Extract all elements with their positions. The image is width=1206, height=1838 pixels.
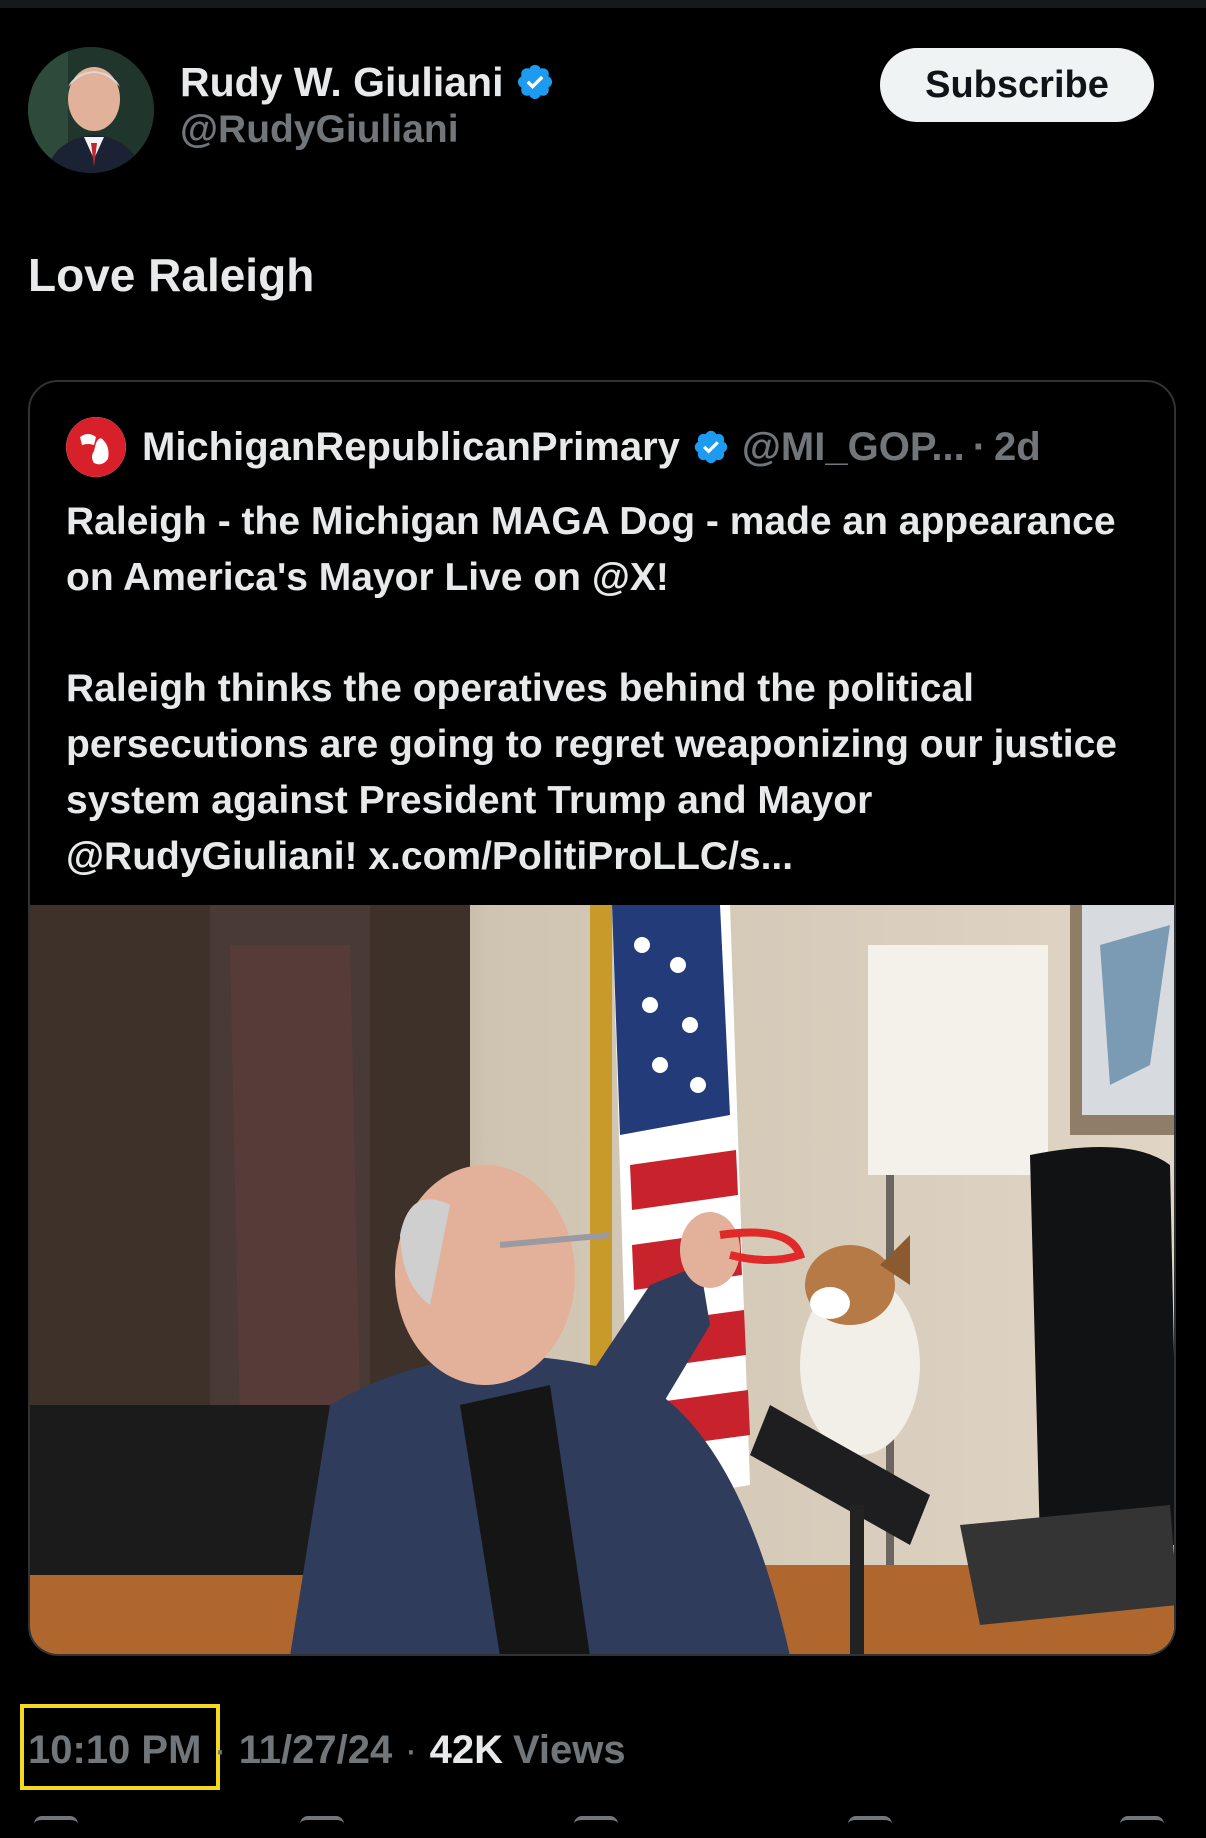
author-handle[interactable]: @RudyGiuliani	[180, 108, 555, 152]
quoted-media-photo[interactable]	[30, 905, 1174, 1654]
post-meta: 10:10 PM · 11/27/24 · 42K Views	[28, 1728, 626, 1773]
quoted-paragraph-2: Raleigh thinks the operatives behind the…	[66, 667, 1118, 878]
views-count: 42K	[429, 1728, 503, 1772]
author-block: Rudy W. Giuliani @RudyGiuliani	[180, 56, 555, 152]
quoted-post[interactable]: MichiganRepublicanPrimary @MI_GOP... · 2…	[28, 380, 1176, 1656]
subscribe-button[interactable]: Subscribe	[880, 48, 1154, 122]
michigan-logo-icon	[66, 417, 126, 477]
quoted-author-avatar[interactable]	[66, 417, 126, 477]
bookmark-icon[interactable]	[848, 1816, 892, 1838]
post-date[interactable]: 11/27/24	[239, 1728, 393, 1773]
avatar-photo-icon	[28, 47, 154, 173]
share-icon[interactable]	[1120, 1816, 1164, 1838]
post-time[interactable]: 10:10 PM	[28, 1728, 201, 1773]
quoted-paragraph-1: Raleigh - the Michigan MAGA Dog - made a…	[66, 500, 1116, 599]
photo-image	[30, 905, 1174, 1654]
quoted-post-time[interactable]: 2d	[994, 425, 1041, 470]
verified-badge-icon	[694, 430, 728, 464]
repost-icon[interactable]	[300, 1816, 344, 1838]
separator-dot: ·	[404, 1728, 418, 1772]
post-text: Love Raleigh	[28, 249, 315, 301]
author-name[interactable]: Rudy W. Giuliani	[180, 59, 503, 106]
views-label: Views	[512, 1728, 626, 1772]
separator-dot: ·	[213, 1728, 227, 1772]
quoted-post-header: MichiganRepublicanPrimary @MI_GOP... · 2…	[66, 416, 1041, 478]
verified-badge-icon	[518, 64, 553, 100]
quoted-author-name[interactable]: MichiganRepublicanPrimary	[142, 425, 680, 470]
top-divider	[0, 0, 1206, 8]
reply-icon[interactable]	[34, 1816, 78, 1838]
author-avatar[interactable]	[28, 47, 154, 173]
quoted-author-handle[interactable]: @MI_GOP...	[742, 425, 965, 470]
action-bar	[0, 1816, 1206, 1834]
quoted-post-body: Raleigh - the Michigan MAGA Dog - made a…	[66, 494, 1146, 885]
separator-dot: ·	[972, 424, 987, 469]
like-icon[interactable]	[574, 1816, 618, 1838]
